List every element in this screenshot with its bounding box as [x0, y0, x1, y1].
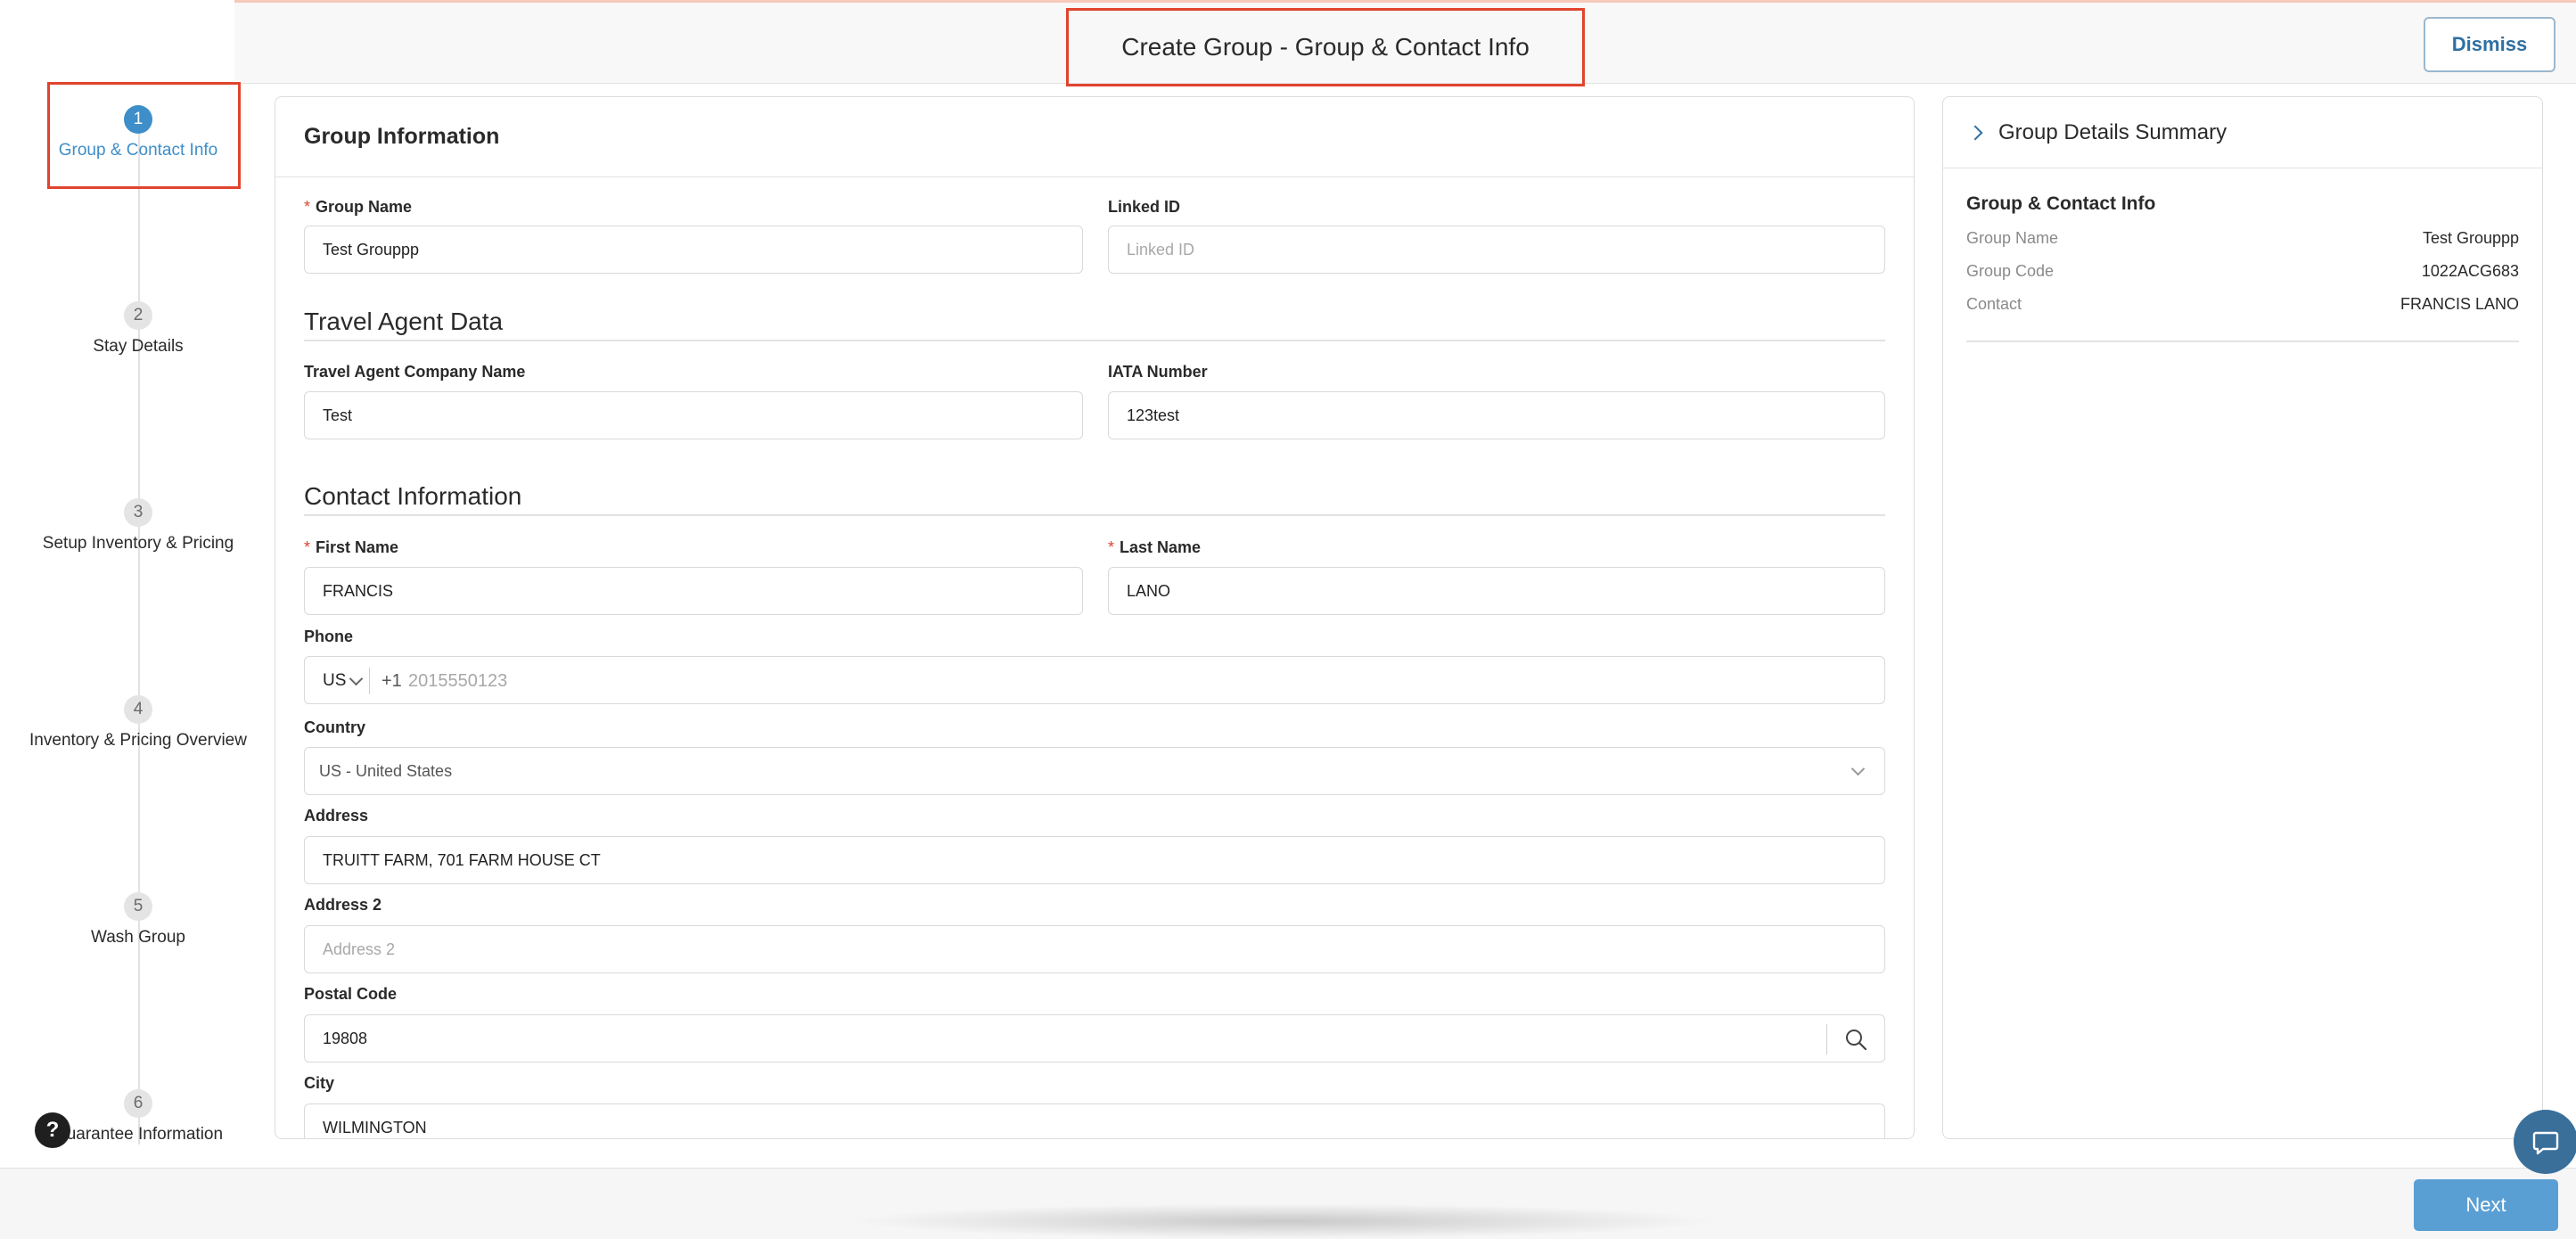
summary-value: Test Grouppp: [2422, 229, 2519, 247]
page-title: Create Group - Group & Contact Info: [1121, 33, 1530, 61]
summary-header[interactable]: Group Details Summary: [1943, 97, 2542, 168]
last-name-input[interactable]: LANO: [1108, 567, 1885, 615]
phone-country-select[interactable]: US: [323, 657, 364, 705]
summary-value: FRANCIS LANO: [2400, 295, 2519, 313]
travel-company-input[interactable]: Test: [304, 391, 1083, 439]
phone-divider: [369, 668, 370, 694]
summary-divider: [1966, 341, 2519, 342]
step-number: 4: [124, 695, 152, 724]
group-name-input[interactable]: Test Grouppp: [304, 226, 1083, 274]
panel-title: Group Information: [304, 124, 500, 149]
linked-id-input[interactable]: Linked ID: [1108, 226, 1885, 274]
country-select[interactable]: US - United States: [304, 747, 1885, 795]
step-number: 2: [124, 301, 152, 330]
group-name-label: * Group Name: [304, 198, 412, 217]
group-name-label-text: Group Name: [316, 198, 413, 216]
page-header: Create Group - Group & Contact Info Dism…: [234, 0, 2576, 86]
search-icon[interactable]: [1843, 1027, 1868, 1052]
phone-input[interactable]: US +1 2015550123: [304, 656, 1885, 704]
wizard-stepper: 1 Group & Contact Info 2 Stay Details 3 …: [0, 82, 276, 1168]
next-button[interactable]: Next: [2414, 1179, 2558, 1231]
contact-section-title: Contact Information: [304, 482, 522, 510]
step-wash-group[interactable]: 5 Wash Group: [0, 892, 276, 948]
postal-code-label: Postal Code: [304, 985, 398, 1003]
phone-label: Phone: [304, 628, 354, 645]
phone-dial-prefix: +1: [381, 670, 402, 691]
summary-section-title: Group & Contact Info: [1966, 193, 2156, 214]
postal-code-value: 19808: [323, 1029, 368, 1047]
group-details-summary-panel: Group Details Summary Group & Contact In…: [1942, 96, 2543, 1139]
phone-country-code: US: [323, 671, 347, 690]
step-label: Inventory & Pricing Overview: [29, 731, 247, 750]
footer-shadow: [847, 1203, 1720, 1239]
step-setup-inventory-pricing[interactable]: 3 Setup Inventory & Pricing: [0, 498, 276, 554]
required-marker: *: [304, 198, 311, 216]
summary-value: 1022ACG683: [2421, 262, 2519, 280]
summary-title: Group Details Summary: [1998, 119, 2227, 144]
iata-label: IATA Number: [1108, 363, 1208, 381]
section-divider: [304, 340, 1885, 341]
address-label: Address: [304, 807, 369, 825]
postal-code-input[interactable]: 19808: [304, 1014, 1885, 1063]
step-stay-details[interactable]: 2 Stay Details: [0, 301, 276, 357]
linked-id-label: Linked ID: [1108, 198, 1181, 216]
active-step-highlight: [47, 82, 241, 189]
step-label: Stay Details: [93, 337, 184, 356]
summary-key: Group Name: [1966, 229, 2059, 247]
chevron-right-icon[interactable]: [1967, 125, 1983, 140]
group-information-panel: Group Information * Group Name Test Group…: [275, 96, 1915, 1139]
chevron-down-icon: [1850, 761, 1866, 776]
address2-label: Address 2: [304, 896, 382, 914]
summary-key: Contact: [1966, 295, 2022, 313]
step-number: 3: [124, 498, 152, 527]
last-name-label-text: Last Name: [1120, 538, 1202, 556]
step-inventory-pricing-overview[interactable]: 4 Inventory & Pricing Overview: [0, 695, 276, 751]
travel-agent-section-title: Travel Agent Data: [304, 308, 504, 335]
step-number: 6: [124, 1089, 152, 1118]
summary-row: Group Name Test Grouppp: [1966, 229, 2519, 248]
dismiss-button[interactable]: Dismiss: [2424, 17, 2555, 72]
address-input[interactable]: TRUITT FARM, 701 FARM HOUSE CT: [304, 836, 1885, 884]
summary-row: Contact FRANCIS LANO: [1966, 295, 2519, 314]
step-number: 5: [124, 892, 152, 921]
step-label: Setup Inventory & Pricing: [42, 534, 234, 553]
summary-key: Group Code: [1966, 262, 2055, 280]
travel-company-label: Travel Agent Company Name: [304, 363, 526, 381]
chat-bubble-icon: [2532, 1131, 2559, 1155]
country-label: Country: [304, 718, 365, 736]
chevron-down-icon: [349, 671, 364, 685]
phone-placeholder: 2015550123: [408, 670, 508, 691]
section-divider: [304, 514, 1885, 516]
city-label: City: [304, 1074, 335, 1092]
iata-input[interactable]: 123test: [1108, 391, 1885, 439]
last-name-label: * Last Name: [1108, 538, 1201, 557]
required-marker: *: [304, 538, 311, 556]
required-marker: *: [1108, 538, 1115, 556]
page-title-box: Create Group - Group & Contact Info: [1066, 8, 1585, 86]
first-name-label-text: First Name: [316, 538, 399, 556]
help-icon[interactable]: ?: [35, 1112, 70, 1148]
step-label: Wash Group: [91, 928, 185, 947]
postal-divider: [1826, 1024, 1827, 1054]
panel-header: Group Information: [275, 97, 1914, 177]
chat-icon[interactable]: [2514, 1110, 2576, 1174]
country-selected-value: US - United States: [319, 761, 453, 780]
stepper-line: [138, 111, 140, 1145]
first-name-input[interactable]: FRANCIS: [304, 567, 1083, 615]
first-name-label: * First Name: [304, 538, 398, 557]
summary-row: Group Code 1022ACG683: [1966, 262, 2519, 281]
address2-input[interactable]: Address 2: [304, 925, 1885, 973]
city-input[interactable]: WILMINGTON: [304, 1104, 1885, 1138]
